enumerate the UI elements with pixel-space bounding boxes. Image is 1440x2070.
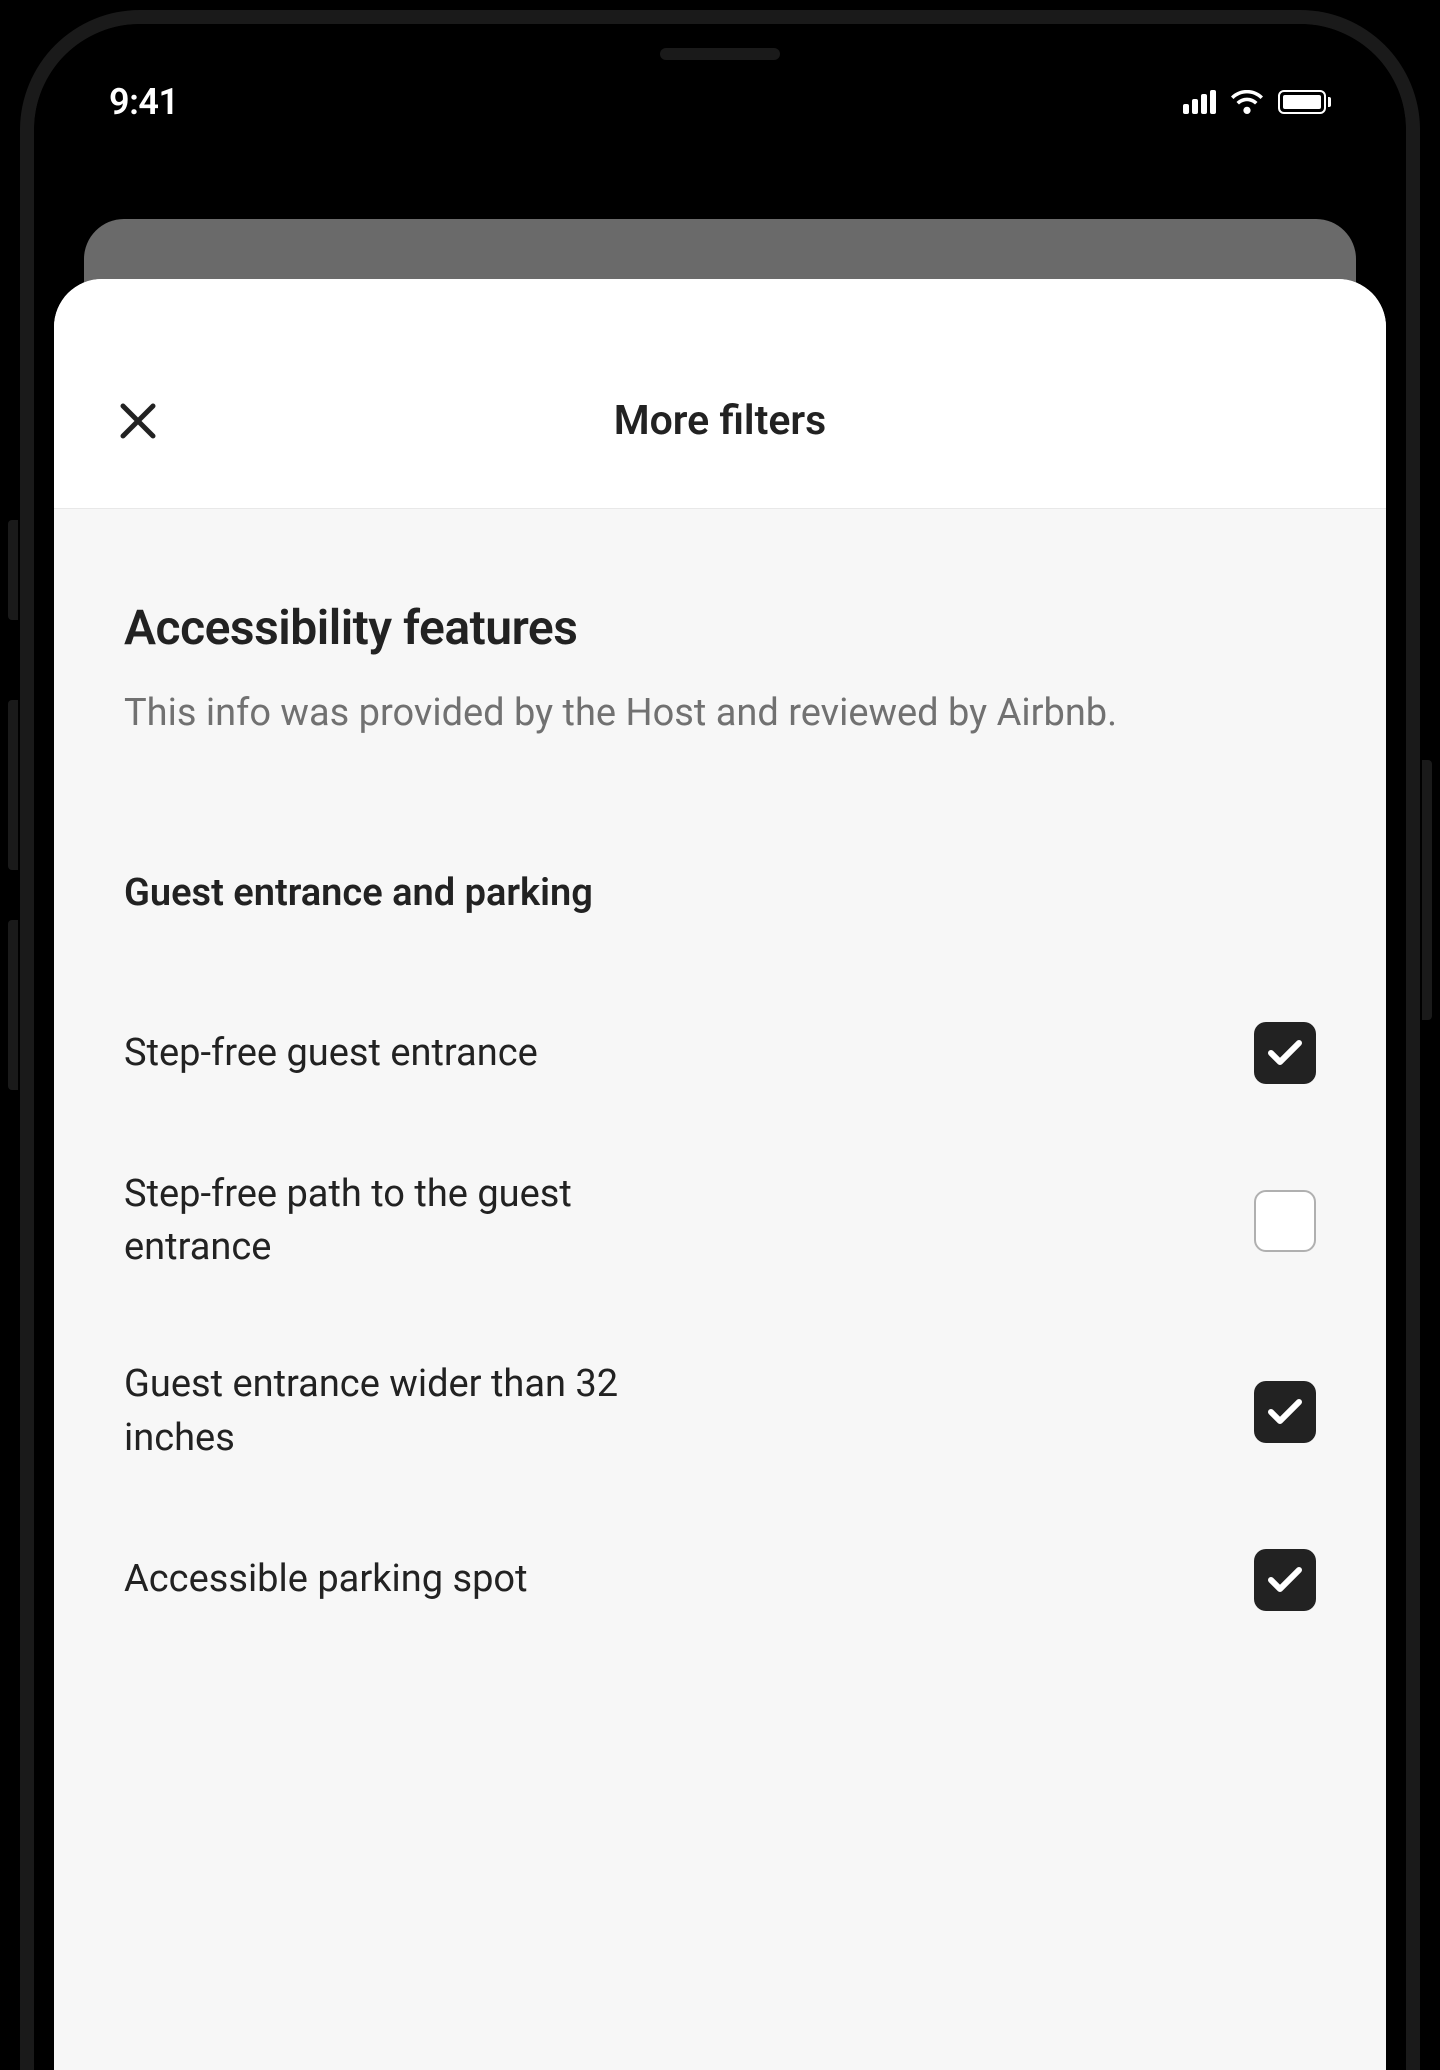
modal-header: More filters [54,279,1386,509]
phone-screen: 9:41 [34,24,1406,2070]
filter-label: Step-free guest entrance [124,1027,724,1080]
phone-side-button [8,520,18,620]
phone-speaker [660,48,780,60]
status-time: 9:41 [109,81,179,123]
phone-notch [510,24,930,82]
section-title: Accessibility features [124,599,1316,656]
checkbox-step-free-path[interactable] [1254,1190,1316,1252]
filters-modal: More filters Accessibility features This… [54,279,1386,2070]
filter-label: Accessible parking spot [124,1553,724,1606]
wifi-icon [1230,90,1264,114]
checkbox-wide-entrance[interactable] [1254,1381,1316,1443]
checkbox-step-free-entrance[interactable] [1254,1022,1316,1084]
filter-label: Step-free path to the guest entrance [124,1168,724,1274]
filter-row-accessible-parking[interactable]: Accessible parking spot [124,1507,1316,1653]
status-indicators [1183,90,1331,114]
battery-icon [1278,90,1331,114]
modal-content[interactable]: Accessibility features This info was pro… [54,509,1386,2070]
phone-volume-down-button [8,920,18,1090]
checkmark-icon [1267,1039,1303,1067]
filter-row-step-free-entrance[interactable]: Step-free guest entrance [124,980,1316,1126]
checkmark-icon [1267,1398,1303,1426]
section-description: This info was provided by the Host and r… [124,686,1197,741]
checkbox-accessible-parking[interactable] [1254,1549,1316,1611]
phone-frame: 9:41 [20,10,1420,2070]
phone-power-button [1422,760,1432,1020]
filter-row-step-free-path[interactable]: Step-free path to the guest entrance [124,1126,1316,1316]
subsection-title: Guest entrance and parking [124,871,1316,915]
filter-row-wide-entrance[interactable]: Guest entrance wider than 32 inches [124,1316,1316,1506]
checkmark-icon [1267,1566,1303,1594]
filter-label: Guest entrance wider than 32 inches [124,1358,724,1464]
modal-title: More filters [614,397,827,445]
cellular-signal-icon [1183,90,1216,114]
close-icon [119,402,157,440]
phone-volume-up-button [8,700,18,870]
close-button[interactable] [114,397,162,445]
